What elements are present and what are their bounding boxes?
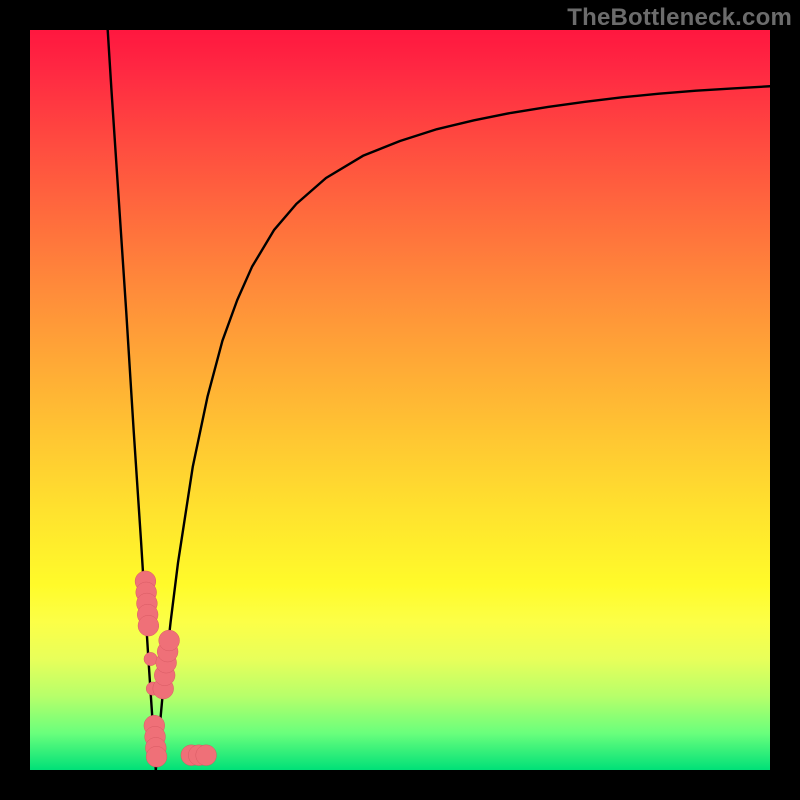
watermark-text: TheBottleneck.com: [567, 4, 792, 32]
chart-canvas: [30, 30, 770, 770]
chart-frame: TheBottleneck.com: [0, 0, 800, 800]
marker-point: [138, 615, 159, 636]
curve-right-branch: [156, 86, 770, 770]
plot-area: [30, 30, 770, 770]
marker-point: [146, 746, 167, 767]
marker-point: [144, 652, 157, 665]
marker-point: [196, 745, 217, 766]
marker-point: [159, 630, 180, 651]
